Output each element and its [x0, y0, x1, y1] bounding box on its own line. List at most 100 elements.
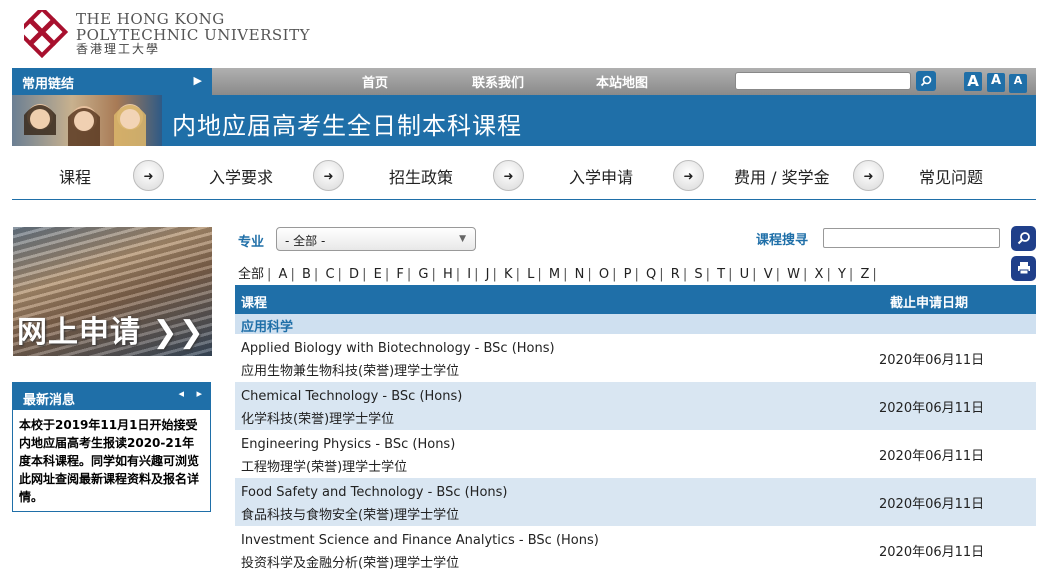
alpha-k[interactable]: K: [504, 267, 513, 282]
table-row: Food Safety and Technology - BSc (Hons) …: [235, 478, 1036, 526]
alpha-r[interactable]: R: [671, 267, 680, 282]
nav-tab-fees-scholarships[interactable]: 费用 / 奖学金: [734, 164, 830, 188]
chevron-down-icon: ▼: [459, 234, 466, 244]
course-name-en[interactable]: Investment Science and Finance Analytics…: [241, 533, 599, 548]
course-search-button[interactable]: [1011, 226, 1036, 251]
polyu-emblem-icon: [24, 10, 69, 58]
nav-sitemap[interactable]: 本站地图: [596, 72, 648, 91]
programme-table: 课程 截止申请日期 应用科学 Applied Biology with Biot…: [235, 285, 1036, 574]
column-header-course: 课程: [241, 296, 268, 311]
nav-tab-faq[interactable]: 常见问题: [919, 164, 983, 188]
nav-contact-us[interactable]: 联系我们: [472, 72, 524, 91]
alpha-o[interactable]: O: [599, 267, 609, 282]
major-filter-label: 专业: [238, 235, 265, 250]
table-row: Chemical Technology - BSc (Hons) 化学科技(荣誉…: [235, 382, 1036, 430]
course-name-en[interactable]: Food Safety and Technology - BSc (Hons): [241, 485, 508, 500]
alpha-j[interactable]: J: [486, 267, 490, 282]
latest-news-title: 最新消息: [23, 393, 76, 408]
nav-tab-admission-policy[interactable]: 招生政策: [389, 164, 453, 188]
site-search-button[interactable]: [916, 71, 936, 91]
major-select[interactable]: - 全部 - ▼: [276, 227, 476, 251]
top-bar: 常用链结 ▶ 首页 联系我们 本站地图 A A A: [12, 68, 1036, 95]
arrow-right-icon[interactable]: ➜: [673, 160, 704, 191]
print-icon: [1017, 262, 1030, 275]
alpha-all[interactable]: 全部: [238, 267, 264, 282]
online-application-banner[interactable]: 网上申请 ❯❯: [13, 227, 212, 356]
course-search-label: 课程搜寻: [756, 233, 809, 248]
alpha-y[interactable]: Y: [838, 267, 846, 282]
page-title: 内地应届高考生全日制本科课程: [172, 112, 522, 140]
alphabet-filter: 全部 | A | B | C | D | E | F | G | H | I | J | K | L | …: [238, 267, 877, 282]
alpha-l[interactable]: L: [527, 267, 534, 282]
alpha-h[interactable]: H: [443, 267, 453, 282]
alpha-n[interactable]: N: [575, 267, 585, 282]
course-search-input[interactable]: [823, 228, 1000, 248]
quick-links-label: 常用链结: [22, 77, 75, 92]
column-header-deadline: 截止申请日期: [890, 296, 969, 311]
alpha-z[interactable]: Z: [860, 267, 869, 282]
alpha-m[interactable]: M: [549, 267, 560, 282]
latest-news-panel: 最新消息 ◂ ▸ 本校于2019年11月1日开始接受内地应届高考生报读2020-…: [12, 382, 211, 512]
font-size-small-button[interactable]: A: [1009, 74, 1027, 93]
table-row: Applied Biology with Biotechnology - BSc…: [235, 334, 1036, 382]
alpha-t[interactable]: T: [717, 267, 725, 282]
table-row: Investment Science and Finance Analytics…: [235, 526, 1036, 574]
alpha-s[interactable]: S: [694, 267, 702, 282]
alpha-u[interactable]: U: [740, 267, 750, 282]
alpha-c[interactable]: C: [325, 267, 334, 282]
alpha-v[interactable]: V: [764, 267, 773, 282]
alpha-a[interactable]: A: [279, 267, 288, 282]
major-select-value: - 全部 -: [285, 234, 326, 248]
category-row: 应用科学: [235, 314, 1036, 335]
arrow-right-icon[interactable]: ➜: [313, 160, 344, 191]
course-name-zh: 应用生物兼生物科技(荣誉)理学士学位: [241, 364, 460, 379]
page-banner: 内地应届高考生全日制本科课程: [12, 95, 1036, 146]
deadline-date: 2020年06月11日: [879, 545, 985, 560]
alpha-f[interactable]: F: [396, 267, 403, 282]
course-name-en[interactable]: Engineering Physics - BSc (Hons): [241, 437, 455, 452]
alpha-e[interactable]: E: [374, 267, 382, 282]
font-size-medium-button[interactable]: A: [987, 73, 1005, 92]
quick-links-menu[interactable]: 常用链结 ▶: [12, 68, 212, 95]
alpha-p[interactable]: P: [624, 267, 632, 282]
latest-news-text[interactable]: 本校于2019年11月1日开始接受内地应届高考生报读2020-21年度本科课程。…: [13, 410, 210, 512]
arrow-right-icon[interactable]: ➜: [493, 160, 524, 191]
print-button[interactable]: [1011, 256, 1036, 281]
alpha-g[interactable]: G: [418, 267, 428, 282]
online-application-label: 网上申请 ❯❯: [17, 315, 205, 350]
table-header: 课程 截止申请日期: [235, 285, 1036, 314]
arrow-right-icon[interactable]: ➜: [853, 160, 884, 191]
alpha-w[interactable]: W: [787, 267, 800, 282]
course-name-zh: 投资科学及金融分析(荣誉)理学士学位: [241, 556, 460, 571]
course-name-en[interactable]: Applied Biology with Biotechnology - BSc…: [241, 341, 555, 356]
alpha-d[interactable]: D: [349, 267, 359, 282]
nav-tab-application[interactable]: 入学申请: [569, 164, 633, 188]
table-row: Engineering Physics - BSc (Hons) 工程物理学(荣…: [235, 430, 1036, 478]
alpha-i[interactable]: I: [467, 267, 471, 282]
nav-home[interactable]: 首页: [362, 72, 388, 91]
students-photo: [12, 95, 162, 146]
deadline-date: 2020年06月11日: [879, 449, 985, 464]
logo-english-line2: POLYTECHNIC UNIVERSITY: [76, 25, 310, 44]
course-name-zh: 食品科技与食物安全(荣誉)理学士学位: [241, 508, 460, 523]
prev-news-icon[interactable]: ◂: [178, 387, 184, 400]
arrow-right-icon[interactable]: ➜: [133, 160, 164, 191]
university-logo[interactable]: THE HONG KONG POLYTECHNIC UNIVERSITY 香港理…: [24, 10, 310, 58]
nav-tab-programmes[interactable]: 课程: [59, 164, 91, 188]
alpha-q[interactable]: Q: [646, 267, 656, 282]
deadline-date: 2020年06月11日: [879, 353, 985, 368]
deadline-date: 2020年06月11日: [879, 401, 985, 416]
deadline-date: 2020年06月11日: [879, 497, 985, 512]
site-search-input[interactable]: [735, 72, 911, 90]
next-news-icon[interactable]: ▸: [196, 387, 202, 400]
course-name-en[interactable]: Chemical Technology - BSc (Hons): [241, 389, 462, 404]
main-navigation: 课程 ➜ 入学要求 ➜ 招生政策 ➜ 入学申请 ➜ 费用 / 奖学金 ➜ 常见问…: [12, 150, 1036, 200]
font-size-large-button[interactable]: A: [964, 72, 982, 91]
alpha-x[interactable]: X: [815, 267, 824, 282]
search-icon: [1017, 232, 1030, 245]
alpha-b[interactable]: B: [302, 267, 311, 282]
nav-tab-entrance-requirements[interactable]: 入学要求: [209, 164, 273, 188]
search-icon: [920, 75, 932, 87]
caret-right-icon: ▶: [193, 74, 202, 87]
course-name-zh: 工程物理学(荣誉)理学士学位: [241, 460, 408, 475]
